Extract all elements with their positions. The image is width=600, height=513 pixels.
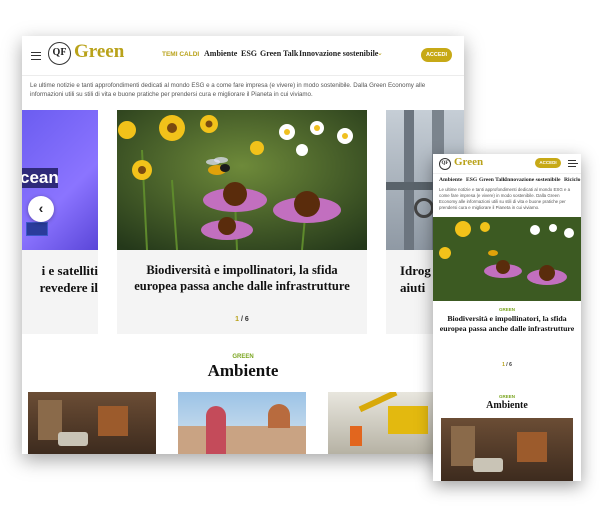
desktop-mockup: QF Green TEMI CALDI Ambiente ESG Green T… (22, 36, 464, 454)
slide-image-text: cean (22, 168, 59, 187)
mobile-mockup: QF Green ACCEDI Ambiente ESG Green Talk … (433, 154, 581, 481)
mobile-logo-mark[interactable]: QF (439, 158, 451, 170)
slider-pager: 1 / 6 (117, 316, 367, 323)
mobile-slide-title[interactable]: Biodiversità e impollinatori, la sfida e… (439, 314, 575, 334)
article-thumb-ruins[interactable] (28, 392, 156, 454)
mobile-login-button[interactable]: ACCEDI (535, 158, 561, 168)
mobile-intro-text: Le ultime notizie e tanti approfondiment… (439, 187, 571, 210)
nav-item-esg[interactable]: ESG (241, 49, 257, 58)
mobile-logo-wordmark[interactable]: Green (454, 156, 483, 168)
mobile-pager-current: 1 (502, 362, 505, 368)
mobile-menu-icon[interactable] (568, 160, 578, 167)
mobile-section-category: GREEN (498, 394, 515, 399)
nav-item-green-talk[interactable]: Green Talk (260, 49, 298, 58)
login-button[interactable]: ACCEDI (421, 48, 452, 62)
slide-image-prev: cean (22, 110, 98, 250)
chevron-down-icon[interactable]: ⌄ (377, 49, 383, 57)
slide-title-active[interactable]: Biodiversità e impollinatori, la sfida e… (127, 262, 357, 295)
flowers-illustration (117, 110, 367, 250)
mobile-header: QF Green ACCEDI (433, 154, 581, 174)
pager-current: 1 (235, 316, 240, 323)
section-title: Ambiente (207, 361, 279, 380)
slide-card-active[interactable]: Biodiversità e impollinatori, la sfida e… (117, 110, 367, 334)
slide-card-prev[interactable]: cean i e satelliti revedere il (22, 110, 98, 334)
article-thumb-florence[interactable] (178, 392, 306, 454)
section-category: GREEN (232, 354, 254, 360)
nav-hot-topics[interactable]: TEMI CALDI (162, 51, 199, 58)
mobile-nav-innovazione[interactable]: Innovazione sostenibile (505, 177, 560, 183)
mobile-nav-riciclo[interactable]: Riciclo (564, 177, 580, 183)
mobile-nav-ambiente[interactable]: Ambiente (439, 177, 462, 183)
slide-image-active (117, 110, 367, 250)
mobile-pager-total: / 6 (506, 362, 512, 368)
mobile-section-title: Ambiente (486, 400, 528, 411)
mobile-nav-esg[interactable]: ESG (466, 177, 477, 183)
intro-text: Le ultime notizie e tanti approfondiment… (30, 82, 426, 98)
slide-title-prev: i e satelliti revedere il (39, 263, 98, 295)
mobile-flowers-illustration (433, 217, 581, 301)
mobile-article-thumb-ruins[interactable] (441, 418, 573, 481)
logo-mark[interactable]: QF (48, 42, 71, 65)
slider-prev-arrow-icon[interactable]: ‹ (28, 196, 54, 222)
site-header: QF Green TEMI CALDI Ambiente ESG Green T… (22, 36, 464, 76)
menu-icon[interactable] (31, 52, 41, 60)
pager-total: / 6 (241, 316, 249, 323)
mobile-nav-green-talk[interactable]: Green Talk (479, 177, 506, 183)
nav-item-ambiente[interactable]: Ambiente (204, 49, 237, 58)
mobile-slider-pager: 1 / 6 (433, 362, 581, 368)
mobile-slide-category: GREEN (498, 307, 515, 312)
logo-wordmark[interactable]: Green (74, 41, 124, 63)
mobile-slide-image[interactable] (433, 217, 581, 301)
nav-item-innovazione[interactable]: Innovazione sostenibile (299, 49, 378, 58)
